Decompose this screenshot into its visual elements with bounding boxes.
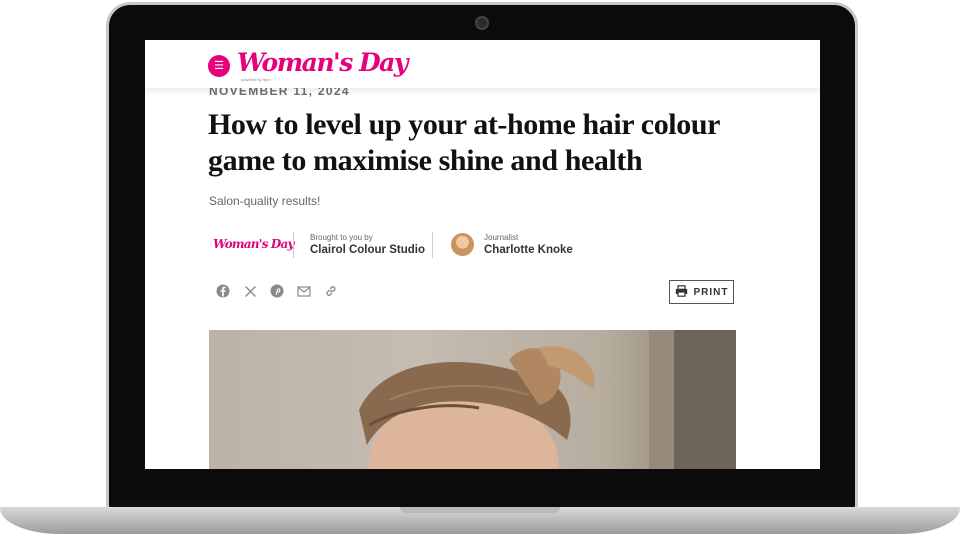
byline: Woman's Day Brought to you by Clairol Co… [209, 230, 629, 260]
print-label: PRINT [693, 286, 729, 298]
site-header: ☰ Woman's Day powered by 9pm [145, 40, 820, 88]
browser-viewport: ☰ Woman's Day powered by 9pm NOVEMBER 11… [145, 40, 820, 469]
printer-icon [675, 284, 688, 300]
brand-logo[interactable]: Woman's Day [213, 237, 294, 251]
divider [432, 232, 433, 258]
article-title: How to level up your at-home hair colour… [208, 108, 720, 177]
hero-image [209, 330, 736, 469]
facebook-icon[interactable] [215, 283, 231, 299]
journalist-name[interactable]: Charlotte Knoke [484, 244, 573, 256]
webcam [475, 16, 489, 30]
x-icon[interactable] [242, 283, 258, 299]
pinterest-icon[interactable] [269, 283, 285, 299]
print-button[interactable]: PRINT [669, 280, 734, 304]
logo-tagline: powered by 9pm [241, 77, 271, 82]
divider [293, 232, 294, 258]
article-subtitle: Salon-quality results! [209, 194, 321, 208]
journalist-label: Journalist [484, 233, 519, 242]
link-icon[interactable] [323, 283, 339, 299]
journalist-avatar[interactable] [451, 233, 474, 256]
site-logo[interactable]: Woman's Day [237, 50, 408, 76]
laptop-notch [400, 507, 560, 513]
brought-by-label: Brought to you by [310, 233, 373, 242]
sponsor-name[interactable]: Clairol Colour Studio [310, 244, 425, 256]
email-icon[interactable] [296, 283, 312, 299]
hamburger-icon[interactable]: ☰ [208, 55, 230, 77]
